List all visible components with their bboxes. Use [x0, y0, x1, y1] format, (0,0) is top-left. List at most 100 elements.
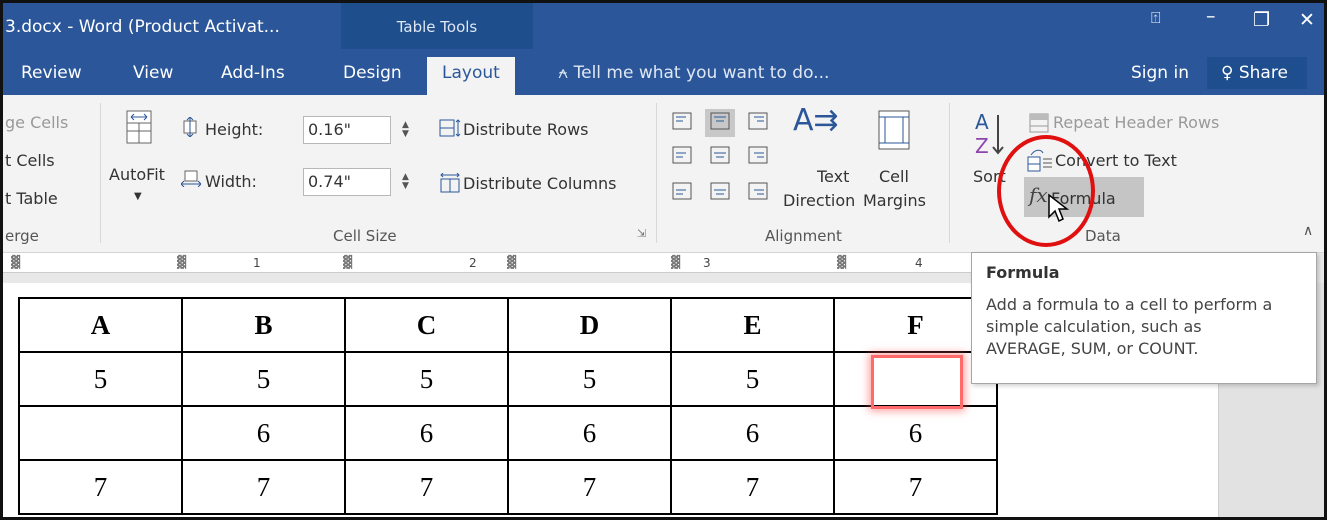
document-title: 3.docx - Word (Product Activat...: [5, 17, 280, 37]
height-spinner-icon[interactable]: ▲ ▼: [402, 121, 409, 139]
tab-layout[interactable]: Layout: [427, 57, 515, 95]
table-cell[interactable]: 7: [18, 459, 183, 515]
data-table[interactable]: A B C D E F 5 5 5 5 5 6 6 6 6 6 7 7 7 7 …: [18, 297, 998, 515]
width-spinner-icon[interactable]: ▲ ▼: [402, 173, 409, 191]
text-direction-icon: A⇉: [793, 103, 839, 138]
table-cell[interactable]: 5: [344, 351, 509, 407]
tooltip-line: simple calculation, such as: [986, 317, 1202, 336]
width-input[interactable]: 0.74": [303, 168, 391, 196]
ribbon-tab-bar: Review View Add-Ins Design Layout ⍲ Tell…: [3, 49, 1324, 95]
sign-in-link[interactable]: Sign in: [1131, 63, 1189, 83]
autofit-icon: [125, 109, 153, 145]
divider: [949, 103, 950, 243]
tooltip-line: AVERAGE, SUM, or COUNT.: [986, 339, 1199, 358]
ruler-marker-icon: ▓: [507, 255, 517, 269]
table-cell[interactable]: 7: [670, 459, 835, 515]
ruler-marker-icon: ▓: [11, 255, 21, 269]
lightbulb-icon: ⍲: [558, 63, 569, 83]
selected-cell-highlight: [871, 355, 963, 409]
split-table-button[interactable]: t Table: [5, 189, 58, 208]
table-cell[interactable]: 6: [181, 405, 346, 461]
cell-properties-launcher-icon[interactable]: ⇲: [637, 227, 646, 240]
table-header-cell[interactable]: A: [18, 297, 183, 353]
tab-design[interactable]: Design: [343, 63, 402, 83]
chevron-down-icon[interactable]: ▼: [134, 191, 142, 202]
table-row: A B C D E F: [18, 297, 998, 353]
divider: [656, 103, 657, 243]
ribbon-display-options-icon[interactable]: ⍐: [1151, 8, 1161, 28]
formula-tooltip: Formula Add a formula to a cell to perfo…: [971, 252, 1317, 384]
alignment-grid-icons[interactable]: [669, 109, 773, 209]
cell-margins-label-2[interactable]: Margins: [863, 191, 926, 210]
mouse-pointer-icon: [1047, 193, 1070, 223]
ruler-number: 3: [703, 256, 711, 270]
cell-margins-label-1[interactable]: Cell: [879, 167, 909, 186]
height-input[interactable]: 0.16": [303, 116, 391, 144]
title-bar: 3.docx - Word (Product Activat... Table …: [3, 3, 1324, 49]
tab-view[interactable]: View: [133, 63, 173, 83]
height-label: Height:: [205, 120, 264, 139]
column-width-icon: [180, 169, 202, 188]
table-cell[interactable]: 5: [507, 351, 672, 407]
restore-button[interactable]: ❐: [1253, 9, 1270, 31]
distribute-columns-icon: [439, 172, 461, 193]
tab-review[interactable]: Review: [21, 63, 82, 83]
collapse-ribbon-icon[interactable]: ∧: [1303, 223, 1313, 239]
share-button[interactable]: ♀ Share: [1207, 57, 1307, 89]
table-cell[interactable]: [18, 405, 183, 461]
annotation-circle: [997, 135, 1095, 247]
merge-group-label: erge: [5, 227, 39, 245]
tell-me-search[interactable]: ⍲ Tell me what you want to do...: [558, 63, 829, 83]
repeat-header-rows-button[interactable]: Repeat Header Rows: [1053, 113, 1219, 132]
table-cell[interactable]: 7: [181, 459, 346, 515]
close-button[interactable]: ✕: [1299, 9, 1315, 31]
table-cell[interactable]: 7: [507, 459, 672, 515]
table-cell[interactable]: 7: [833, 459, 998, 515]
cell-size-group-label: Cell Size: [333, 227, 397, 245]
table-cell[interactable]: 5: [181, 351, 346, 407]
svg-text:A: A: [975, 110, 989, 134]
cell-margins-icon: [877, 109, 911, 151]
width-label: Width:: [205, 172, 257, 191]
table-cell[interactable]: 6: [344, 405, 509, 461]
row-height-icon: [181, 116, 199, 138]
text-direction-label-1[interactable]: Text: [817, 167, 849, 186]
distribute-rows-icon: [439, 119, 461, 137]
table-cell[interactable]: 6: [507, 405, 672, 461]
tooltip-description: Add a formula to a cell to perform a sim…: [986, 294, 1302, 360]
ruler-marker-icon: ▓: [177, 255, 187, 269]
merge-cells-button[interactable]: ge Cells: [5, 113, 68, 132]
table-tools-context-label: Table Tools: [341, 3, 533, 49]
alignment-group-label: Alignment: [765, 227, 842, 245]
word-window: 3.docx - Word (Product Activat... Table …: [0, 0, 1327, 520]
split-cells-button[interactable]: t Cells: [5, 151, 55, 170]
table-cell[interactable]: 6: [670, 405, 835, 461]
table-header-cell[interactable]: C: [344, 297, 509, 353]
ruler-number: 1: [253, 256, 261, 270]
ruler-marker-icon: ▓: [837, 255, 847, 269]
minimize-button[interactable]: –: [1206, 5, 1216, 27]
autofit-button[interactable]: AutoFit: [109, 165, 165, 184]
divider: [100, 103, 101, 243]
ribbon-layout: ge Cells t Cells t Table erge AutoFit ▼ …: [3, 95, 1324, 253]
table-row: 6 6 6 6 6: [18, 405, 998, 461]
table-cell[interactable]: 5: [18, 351, 183, 407]
tell-me-text: Tell me what you want to do...: [573, 63, 830, 83]
distribute-rows-button[interactable]: Distribute Rows: [463, 120, 589, 139]
tooltip-title: Formula: [986, 263, 1060, 282]
ruler-marker-icon: ▓: [671, 255, 681, 269]
ruler-number: 2: [469, 256, 477, 270]
table-cell[interactable]: 7: [344, 459, 509, 515]
table-header-cell[interactable]: D: [507, 297, 672, 353]
table-cell[interactable]: 5: [670, 351, 835, 407]
text-direction-label-2[interactable]: Direction: [783, 191, 855, 210]
table-header-cell[interactable]: B: [181, 297, 346, 353]
repeat-header-rows-icon: [1029, 113, 1049, 133]
share-label: Share: [1238, 63, 1288, 83]
table-cell[interactable]: 6: [833, 405, 998, 461]
person-icon: ♀: [1221, 63, 1234, 83]
distribute-columns-button[interactable]: Distribute Columns: [463, 174, 617, 193]
table-header-cell[interactable]: E: [670, 297, 835, 353]
sort-az-icon: A Z: [973, 109, 1005, 159]
tab-add-ins[interactable]: Add-Ins: [221, 63, 285, 83]
